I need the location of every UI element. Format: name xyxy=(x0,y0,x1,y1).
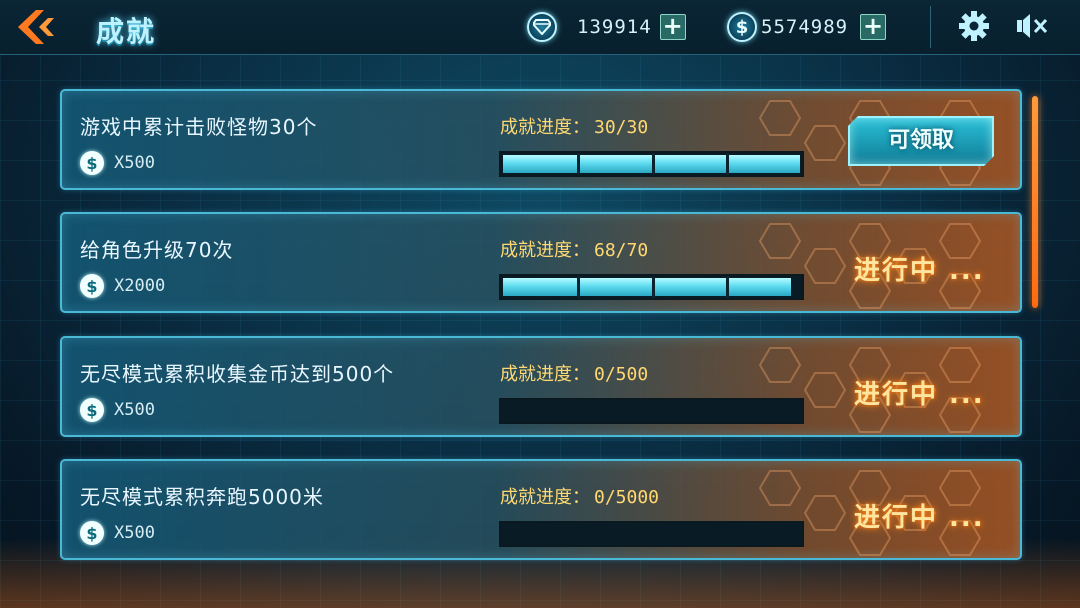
achievement-name: 无尽模式累积奔跑5000米 xyxy=(80,485,324,509)
coin-amount: 5574989 xyxy=(761,16,849,38)
add-coins-button[interactable]: + xyxy=(860,12,887,40)
achievement-card: 无尽模式累积奔跑5000米 $ X500 成就进度： 0/5000 进行中 ..… xyxy=(60,459,1022,560)
dollar-coin-icon: $ xyxy=(80,398,104,422)
claim-button[interactable]: 可领取 xyxy=(848,116,994,166)
progress-caption: 成就进度： xyxy=(500,364,590,385)
reward: $ X500 xyxy=(80,521,155,545)
status-in-progress: 进行中 ... xyxy=(854,503,985,533)
progress-caption: 成就进度： xyxy=(500,117,590,138)
status-in-progress: 进行中 ... xyxy=(854,256,985,286)
plus-icon: + xyxy=(662,12,683,40)
achievement-name: 无尽模式累积收集金币达到500个 xyxy=(80,362,395,386)
settings-button[interactable] xyxy=(957,9,991,43)
progress-segment-divider xyxy=(577,153,580,175)
progress-label: 成就进度： 30/30 xyxy=(500,113,648,139)
achievement-card: 游戏中累计击败怪物30个 $ X500 成就进度： 30/30 可领取 xyxy=(60,89,1022,190)
reward-amount: X2000 xyxy=(114,276,166,296)
back-chevron-icon xyxy=(18,10,54,44)
progress-value: 30/30 xyxy=(594,117,649,138)
coin-counter: $ 5574989 + xyxy=(727,11,887,43)
achievement-card: 无尽模式累积收集金币达到500个 $ X500 成就进度： 0/500 进行中 … xyxy=(60,336,1022,437)
progress-label: 成就进度： 0/5000 xyxy=(500,483,659,509)
divider xyxy=(930,6,931,48)
scrollbar[interactable] xyxy=(1032,96,1038,308)
progress-value: 0/5000 xyxy=(594,487,660,508)
sound-toggle[interactable] xyxy=(1015,11,1049,41)
dollar-coin-icon: $ xyxy=(80,521,104,545)
progress-segment-divider xyxy=(652,153,655,175)
reward: $ X500 xyxy=(80,151,155,175)
mute-icon xyxy=(1017,14,1048,38)
dollar-coin-icon: $ xyxy=(727,12,757,42)
progress-label: 成就进度： 68/70 xyxy=(500,236,648,262)
reward: $ X2000 xyxy=(80,274,165,298)
progress-segment-divider xyxy=(577,276,580,298)
status-in-progress: 进行中 ... xyxy=(854,380,985,410)
progress-segment-divider xyxy=(726,276,729,298)
progress-label: 成就进度： 0/500 xyxy=(500,360,648,386)
progress-caption: 成就进度： xyxy=(500,240,590,261)
gear-icon xyxy=(959,11,989,41)
reward-amount: X500 xyxy=(114,400,155,420)
progress-bar xyxy=(499,151,804,177)
dollar-coin-icon: $ xyxy=(80,274,104,298)
progress-fill xyxy=(503,278,791,296)
dollar-coin-icon: $ xyxy=(80,151,104,175)
top-bar: 成就 139914 + $ 5574989 + xyxy=(0,0,1080,55)
back-button[interactable] xyxy=(14,8,60,46)
progress-segment-divider xyxy=(652,276,655,298)
plus-icon: + xyxy=(863,12,884,40)
progress-bar xyxy=(499,521,804,547)
progress-segment-divider xyxy=(726,153,729,175)
reward-amount: X500 xyxy=(114,523,155,543)
progress-caption: 成就进度： xyxy=(500,487,590,508)
add-gems-button[interactable]: + xyxy=(659,12,686,40)
progress-bar xyxy=(499,274,804,300)
achievement-name: 游戏中累计击败怪物30个 xyxy=(80,115,318,139)
reward: $ X500 xyxy=(80,398,155,422)
progress-value: 0/500 xyxy=(594,364,649,385)
reward-amount: X500 xyxy=(114,153,155,173)
achievement-name: 给角色升级70次 xyxy=(80,238,234,262)
progress-value: 68/70 xyxy=(594,240,649,261)
progress-bar xyxy=(499,398,804,424)
gem-amount: 139914 xyxy=(577,16,652,38)
achievement-card: 给角色升级70次 $ X2000 成就进度： 68/70 进行中 ... xyxy=(60,212,1022,313)
gem-counter: 139914 + xyxy=(527,11,686,43)
page-title: 成就 xyxy=(96,15,157,48)
diamond-icon xyxy=(527,12,557,42)
